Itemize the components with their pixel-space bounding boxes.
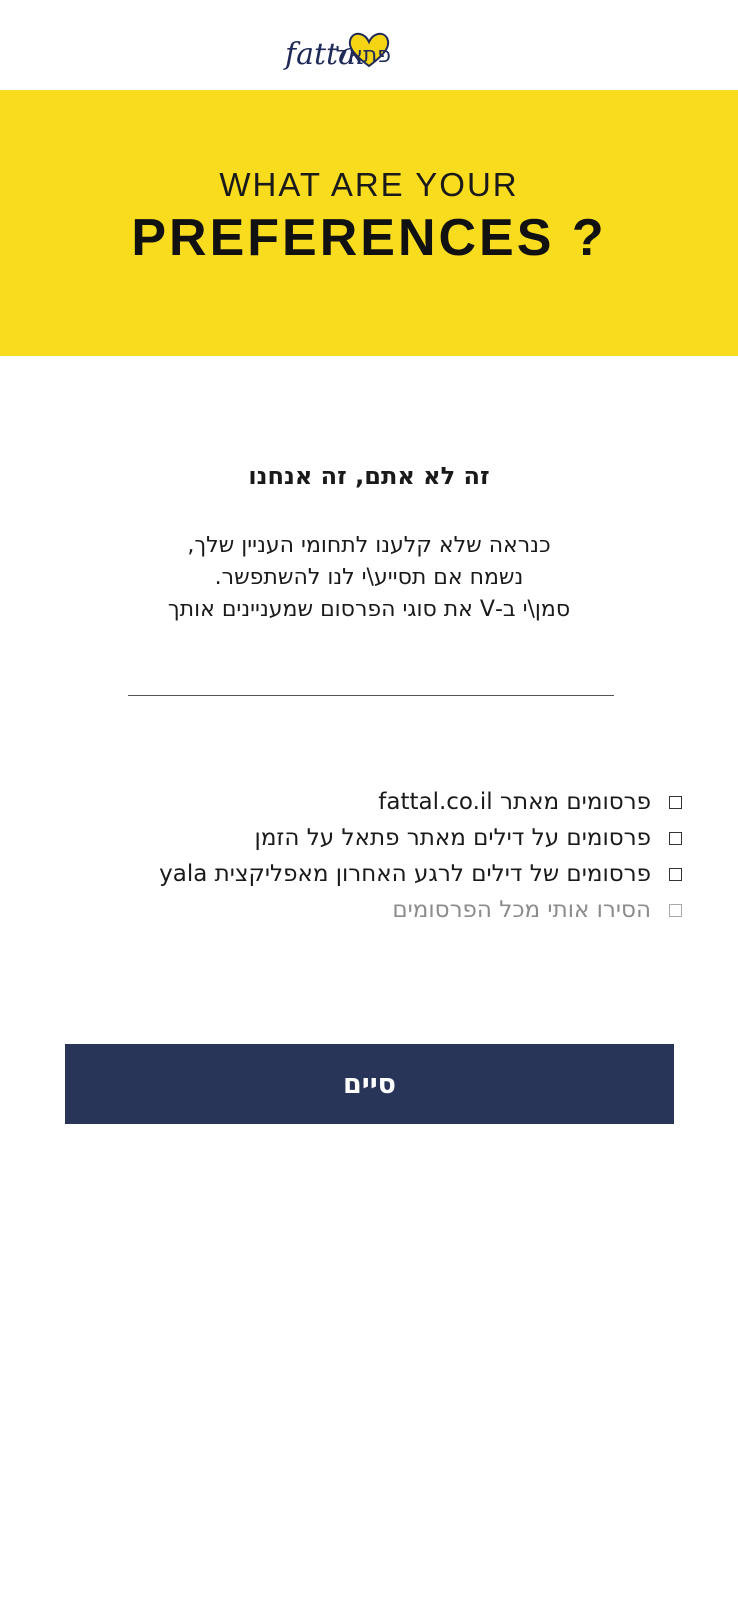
option-label: פרסומים של דילים לרגע האחרון מאפליקצית y…	[159, 861, 651, 887]
description-line: כנראה שלא קלענו לתחומי העניין שלך,	[187, 533, 551, 558]
divider	[128, 695, 614, 696]
checkbox[interactable]	[669, 795, 682, 809]
description-line: סמן\י ב-V את סוגי הפרסום שמעניינים אותך	[167, 597, 571, 622]
done-button[interactable]: סיים	[65, 1044, 674, 1124]
option-unsubscribe-all[interactable]: הסירו אותי מכל הפרסומים	[159, 892, 682, 928]
fattal-logo: fattal פתאל	[0, 22, 738, 82]
hero-title-line2: PREFERENCES ?	[131, 209, 607, 267]
option-fattal-deals[interactable]: פרסומים על דילים מאתר פתאל על הזמן	[159, 820, 682, 856]
option-yala-app[interactable]: פרסומים של דילים לרגע האחרון מאפליקצית y…	[159, 856, 682, 892]
subtitle: זה לא אתם, זה אנחנו	[248, 462, 490, 490]
description: כנראה שלא קלענו לתחומי העניין שלך, נשמח …	[0, 530, 738, 626]
option-label: הסירו אותי מכל הפרסומים	[392, 897, 651, 923]
fattal-logo-mark: fattal פתאל	[283, 32, 391, 72]
option-label: פרסומים מאתר fattal.co.il	[378, 789, 651, 815]
option-fattal-site[interactable]: פרסומים מאתר fattal.co.il	[159, 784, 682, 820]
hero-banner: WHAT ARE YOUR PREFERENCES ?	[0, 90, 738, 356]
preferences-options: פרסומים מאתר fattal.co.il פרסומים על דיל…	[159, 784, 682, 928]
checkbox[interactable]	[669, 831, 682, 845]
checkbox[interactable]	[669, 867, 682, 881]
checkbox[interactable]	[669, 903, 682, 917]
hero-title-line1: WHAT ARE YOUR	[219, 166, 519, 203]
logo-hebrew-text: פתאל	[336, 43, 391, 68]
option-label: פרסומים על דילים מאתר פתאל על הזמן	[254, 825, 651, 851]
description-line: נשמח אם תסייע\י לנו להשתפשר.	[214, 565, 524, 590]
